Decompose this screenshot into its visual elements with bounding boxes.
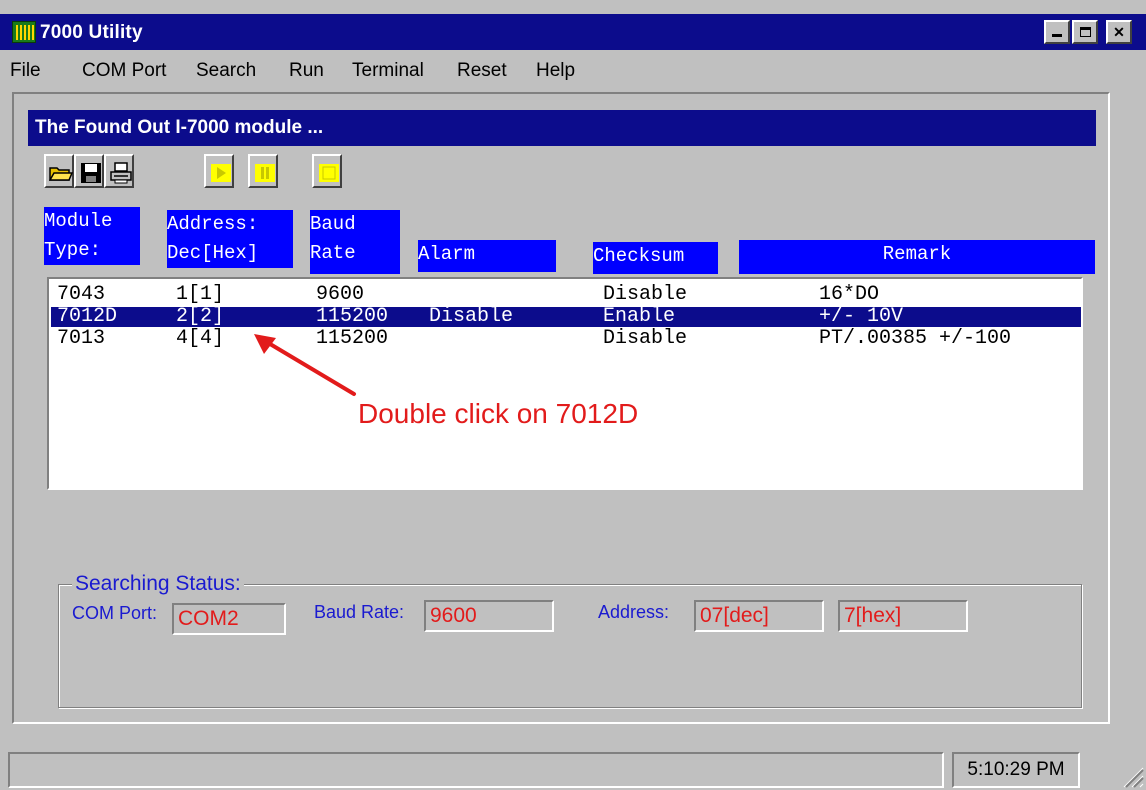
pause-button[interactable] (248, 154, 278, 188)
close-button[interactable]: ✕ (1106, 20, 1132, 44)
address-label: Address: (598, 602, 670, 622)
cell-alarm: Disable (429, 305, 514, 328)
print-icon (110, 162, 132, 184)
menu-search[interactable]: Search (196, 60, 256, 82)
cell-module: 7013 (57, 327, 106, 350)
minimize-icon (1052, 34, 1062, 37)
cell-checksum: Disable (603, 283, 688, 306)
save-button[interactable] (74, 154, 104, 188)
cell-checksum: Disable (603, 327, 688, 350)
cell-remark: 16*DO (819, 283, 880, 306)
cell-baud: 115200 (316, 305, 389, 328)
list-row-7043[interactable]: 7043 1[1] 9600 Disable 16*DO (51, 285, 1081, 305)
status-bar-panel (8, 752, 944, 788)
stop-button[interactable] (312, 154, 342, 188)
column-header-address[interactable]: Address: Dec[Hex] (167, 210, 293, 268)
com-port-label: COM Port: (72, 603, 158, 623)
address-hex-field: 7[hex] (838, 600, 968, 632)
open-button[interactable] (44, 154, 74, 188)
cell-remark: PT/.00385 +/-100 (819, 327, 1012, 350)
window-title-bar[interactable]: 7000 Utility ✕ (0, 14, 1146, 50)
cell-address: 1[1] (176, 283, 225, 306)
resize-grip-icon[interactable] (1116, 760, 1144, 788)
play-icon (211, 164, 231, 182)
column-header-checksum[interactable]: Checksum (593, 242, 718, 274)
minimize-button[interactable] (1044, 20, 1070, 44)
cell-module: 7043 (57, 283, 106, 306)
baud-rate-field: 9600 (424, 600, 554, 632)
status-bar-time: 5:10:29 PM (952, 752, 1080, 788)
close-icon: ✕ (1113, 24, 1125, 40)
menu-file[interactable]: File (10, 60, 41, 82)
menu-bar: File COM Port Search Run Terminal Reset … (0, 52, 1146, 88)
toolbar (28, 146, 1096, 200)
child-window-title: The Found Out I-7000 module ... (35, 117, 324, 138)
cell-module: 7012D (57, 305, 118, 328)
maximize-icon (1079, 27, 1091, 37)
print-button[interactable] (104, 154, 134, 188)
menu-reset[interactable]: Reset (457, 60, 507, 82)
cell-address: 4[4] (176, 327, 225, 350)
com-port-field: COM2 (172, 603, 286, 635)
menu-run[interactable]: Run (289, 60, 324, 82)
column-header-baud-rate[interactable]: Baud Rate (310, 210, 400, 274)
save-disk-icon (81, 163, 101, 183)
searching-status-legend: Searching Status: (72, 572, 244, 596)
cell-baud: 9600 (316, 283, 365, 306)
menu-help[interactable]: Help (536, 60, 575, 82)
maximize-button[interactable] (1072, 20, 1098, 44)
child-window-title-bar[interactable]: The Found Out I-7000 module ... (28, 110, 1096, 146)
window-title: 7000 Utility (40, 22, 143, 43)
pause-icon (255, 164, 275, 182)
play-button[interactable] (204, 154, 234, 188)
cell-checksum: Enable (603, 305, 676, 328)
module-list[interactable]: 7043 1[1] 9600 Disable 16*DO 7012D 2[2] … (47, 277, 1083, 490)
column-header-remark[interactable]: Remark (739, 240, 1095, 274)
cell-address: 2[2] (176, 305, 225, 328)
list-row-7013[interactable]: 7013 4[4] 115200 Disable PT/.00385 +/-10… (51, 329, 1081, 349)
open-folder-icon (49, 167, 73, 181)
stop-icon (319, 164, 339, 182)
column-header-alarm[interactable]: Alarm (418, 240, 556, 272)
menu-com-port[interactable]: COM Port (82, 60, 166, 82)
cell-remark: +/- 10V (819, 305, 904, 328)
annotation-arrow-icon (254, 334, 356, 396)
annotation-text: Double click on 7012D (358, 398, 639, 429)
menu-terminal[interactable]: Terminal (352, 60, 424, 82)
column-header-module-type[interactable]: Module Type: (44, 207, 140, 265)
address-dec-field: 07[dec] (694, 600, 824, 632)
app-icon (12, 21, 36, 43)
baud-rate-label: Baud Rate: (314, 602, 405, 622)
list-row-7012d-selected[interactable]: 7012D 2[2] 115200 Disable Enable +/- 10V (51, 307, 1081, 327)
